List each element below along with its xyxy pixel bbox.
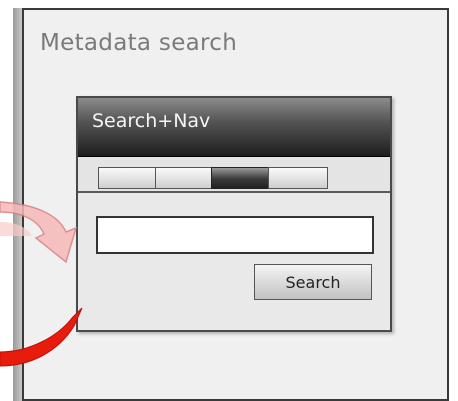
tab-4[interactable]: [268, 167, 328, 189]
tab-bar: [78, 157, 390, 193]
search-input[interactable]: [96, 216, 374, 254]
mockup-canvas: Metadata search Search+Nav Search: [0, 0, 458, 401]
search-button[interactable]: Search: [254, 264, 372, 300]
widget-title: Search+Nav: [92, 110, 211, 132]
panel-title: Metadata search: [40, 30, 238, 56]
tab-2[interactable]: [155, 167, 212, 189]
tab-1[interactable]: [98, 167, 156, 189]
tab-3-active[interactable]: [211, 167, 269, 189]
widget-header: Search+Nav: [78, 98, 390, 157]
